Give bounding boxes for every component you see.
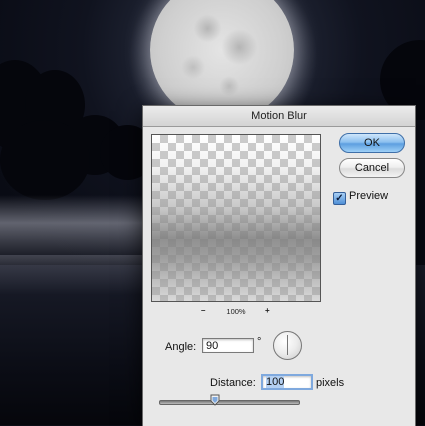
slider-thumb-icon[interactable] <box>210 394 220 406</box>
zoom-level: 100% <box>226 307 246 316</box>
pixels-unit: pixels <box>316 377 345 389</box>
blurred-preview-image <box>152 135 320 301</box>
distance-input[interactable]: 100 <box>261 374 313 390</box>
filter-preview-pane[interactable] <box>151 134 321 302</box>
ok-button[interactable]: OK <box>339 133 405 153</box>
angle-label: Angle: <box>165 341 197 353</box>
preview-toggle[interactable]: ✓ Preview <box>333 190 389 205</box>
distance-label: Distance: <box>210 377 256 389</box>
motion-blur-dialog: Motion Blur – 100% + OK Cancel ✓ Preview … <box>142 105 416 426</box>
distance-value: 100 <box>266 376 285 388</box>
preview-label: Preview <box>349 190 389 202</box>
checkmark-icon: ✓ <box>335 193 344 204</box>
angle-dial-icon[interactable] <box>273 331 302 360</box>
degree-unit: ° <box>257 336 262 348</box>
distance-slider-track[interactable] <box>159 400 300 405</box>
zoom-in-button[interactable]: + <box>265 306 270 315</box>
dialog-title: Motion Blur <box>143 106 415 127</box>
angle-dial-indicator <box>287 335 288 355</box>
cancel-button[interactable]: Cancel <box>339 158 405 178</box>
angle-input[interactable]: 90 <box>202 338 254 353</box>
mist-reflection <box>0 255 150 295</box>
zoom-controls: – 100% + <box>151 306 321 318</box>
preview-checkbox[interactable]: ✓ <box>333 192 346 205</box>
tree-silhouette <box>0 120 90 200</box>
